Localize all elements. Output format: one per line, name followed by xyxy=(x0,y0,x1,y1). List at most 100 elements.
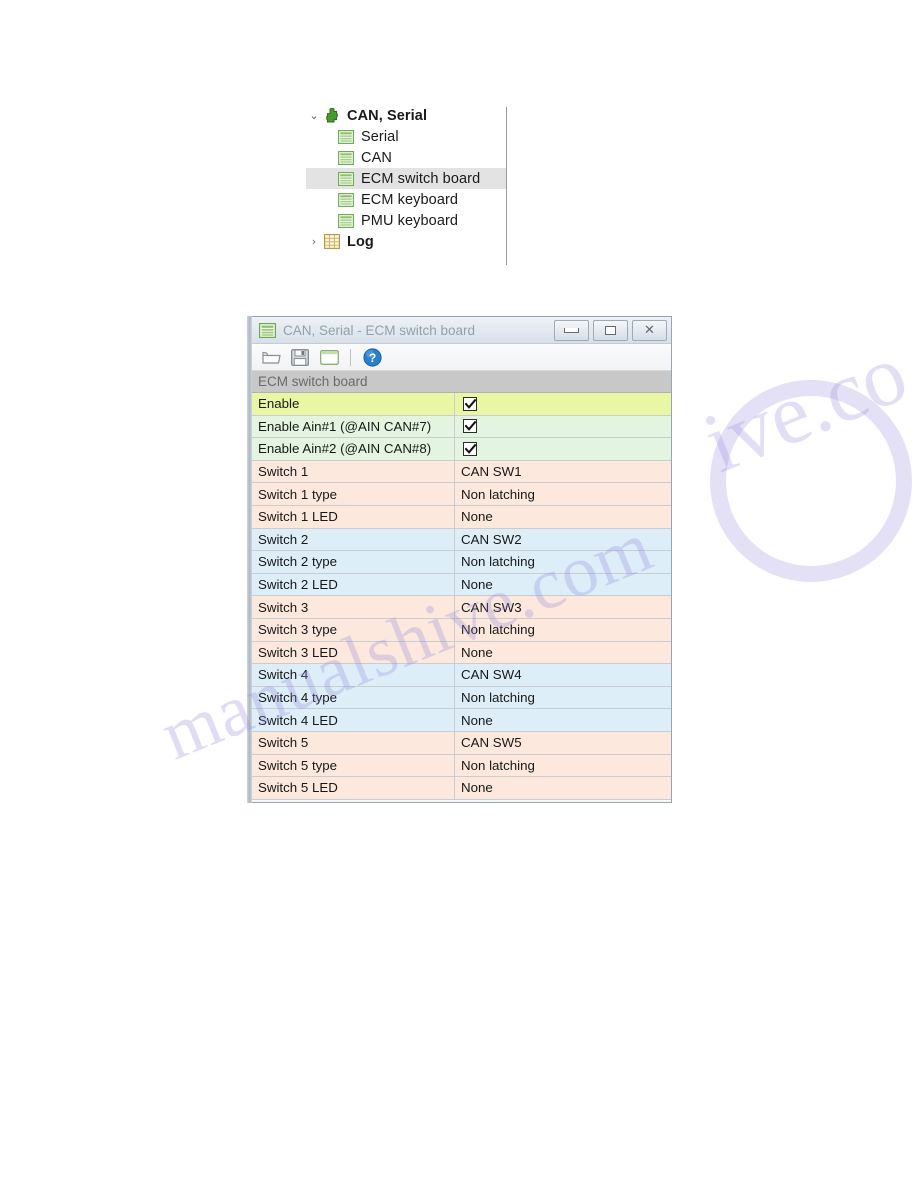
grid-cell-name: Switch 2 type xyxy=(252,551,455,573)
grid-row[interactable]: Switch 5 type Non latching xyxy=(252,754,671,778)
restore-icon xyxy=(605,325,616,335)
tree-item-can-serial[interactable]: ⌄ CAN, Serial xyxy=(306,105,511,126)
tree-item-label: Serial xyxy=(361,128,399,145)
grid-cell-value[interactable] xyxy=(455,416,671,438)
grid-cell-value[interactable]: Non latching xyxy=(455,483,671,505)
grid-cell-value[interactable]: Non latching xyxy=(455,619,671,641)
svg-text:?: ? xyxy=(368,351,375,365)
grid-cell-name: Switch 1 LED xyxy=(252,505,455,528)
grid-cell-value[interactable]: None xyxy=(455,642,671,664)
grid-cell-value[interactable]: None xyxy=(455,777,671,799)
grid-section-title: ECM switch board xyxy=(258,374,368,389)
tree-item-label: CAN xyxy=(361,149,392,166)
grid-list-icon xyxy=(336,213,356,229)
grid-cell-value[interactable] xyxy=(455,438,671,460)
minimize-icon xyxy=(564,327,579,333)
minimize-button[interactable] xyxy=(554,319,589,341)
close-icon: ✕ xyxy=(644,322,655,338)
checkbox-checked[interactable] xyxy=(463,419,477,434)
grid-row[interactable]: Switch 2 type Non latching xyxy=(252,551,671,574)
chevron-down-icon[interactable]: ⌄ xyxy=(306,110,322,121)
grid-cell-value[interactable]: CAN SW1 xyxy=(455,461,671,483)
tree-panel-divider xyxy=(506,107,507,265)
grid-cell-name: Switch 1 xyxy=(252,460,455,483)
grid-cell-value[interactable]: Non latching xyxy=(455,551,671,573)
grid-cell-name: Switch 4 xyxy=(252,664,455,686)
grid-cell-value[interactable]: CAN SW5 xyxy=(455,732,671,754)
grid-cell-value[interactable]: None xyxy=(455,574,671,596)
grid-row[interactable]: Switch 4 type Non latching xyxy=(252,686,671,710)
tree-item-ecm-switch-board[interactable]: ECM switch board xyxy=(306,168,511,189)
grid-list-icon xyxy=(336,129,356,145)
grid-cell-name: Switch 1 type xyxy=(252,483,455,505)
grid-list-icon xyxy=(259,322,277,338)
window-panel-icon[interactable] xyxy=(318,347,340,367)
tree-item-label: CAN, Serial xyxy=(347,107,428,124)
grid-row[interactable]: Switch 5 CAN SW5 xyxy=(252,731,671,755)
watermark-ring xyxy=(710,380,912,582)
tree-item-serial[interactable]: Serial xyxy=(306,126,511,147)
checkbox-checked[interactable] xyxy=(463,441,477,456)
project-tree[interactable]: ⌄ CAN, Serial Serial CAN ECM switch board ECM… xyxy=(306,105,511,270)
grid-row[interactable]: Switch 1 type Non latching xyxy=(252,483,671,506)
grid-cell-value[interactable] xyxy=(455,393,671,415)
grid-cell-name: Enable Ain#1 (@AIN CAN#7) xyxy=(252,415,455,438)
grid-row[interactable]: Switch 3 type Non latching xyxy=(252,618,671,642)
grid-section-header: ECM switch board xyxy=(252,371,671,393)
tree-item-can[interactable]: CAN xyxy=(306,147,511,168)
grid-cell-value[interactable]: CAN SW3 xyxy=(455,596,671,618)
chevron-right-icon[interactable]: › xyxy=(306,236,322,247)
checkbox-checked[interactable] xyxy=(463,396,477,411)
grid-row[interactable]: Enable xyxy=(252,393,671,416)
grid-cell-value[interactable]: Non latching xyxy=(455,687,671,709)
tree-item-ecm-keyboard[interactable]: ECM keyboard xyxy=(306,189,511,210)
grid-row[interactable]: Switch 4 CAN SW4 xyxy=(252,664,671,687)
maximize-button[interactable] xyxy=(593,319,628,341)
grid-list-icon xyxy=(336,150,356,166)
window-titlebar[interactable]: CAN, Serial - ECM switch board ✕ xyxy=(252,317,671,344)
grid-cell-name: Switch 2 LED xyxy=(252,573,455,596)
settings-grid[interactable]: ECM switch board Enable Enable Ain#1 (@AI… xyxy=(252,371,671,800)
tree-item-label: PMU keyboard xyxy=(361,212,459,229)
grid-row[interactable]: Switch 5 LED None xyxy=(252,777,671,800)
help-icon[interactable]: ? xyxy=(361,347,383,367)
grid-cell-name: Switch 5 type xyxy=(252,754,455,777)
tree-item-pmu-keyboard[interactable]: PMU keyboard xyxy=(306,210,511,231)
save-disk-icon[interactable] xyxy=(289,347,311,367)
grid-cell-value[interactable]: CAN SW2 xyxy=(455,529,671,551)
grid-cell-value[interactable]: None xyxy=(455,506,671,528)
grid-list-icon xyxy=(336,171,356,187)
grid-cell-name: Switch 3 xyxy=(252,596,455,618)
tree-item-label: ECM switch board xyxy=(361,170,481,187)
grid-cell-name: Switch 5 xyxy=(252,731,455,754)
grid-list-icon xyxy=(336,192,356,208)
grid-row[interactable]: Switch 2 LED None xyxy=(252,573,671,597)
toolbar-separator xyxy=(350,348,351,366)
tree-item-log[interactable]: › Log xyxy=(306,231,511,252)
grid-row[interactable]: Enable Ain#2 (@AIN CAN#8) xyxy=(252,438,671,461)
open-folder-icon[interactable] xyxy=(260,347,282,367)
grid-row[interactable]: Switch 1 CAN SW1 xyxy=(252,460,671,484)
tree-item-label: Log xyxy=(347,233,374,250)
grid-row[interactable]: Enable Ain#1 (@AIN CAN#7) xyxy=(252,415,671,439)
grid-row[interactable]: Switch 1 LED None xyxy=(252,505,671,529)
log-table-icon xyxy=(322,234,342,250)
window-title: CAN, Serial - ECM switch board xyxy=(283,322,476,338)
grid-cell-value[interactable]: CAN SW4 xyxy=(455,664,671,686)
grid-cell-name: Switch 3 type xyxy=(252,618,455,641)
grid-row[interactable]: Switch 4 LED None xyxy=(252,709,671,732)
close-button[interactable]: ✕ xyxy=(632,319,667,341)
ecm-switch-board-window: CAN, Serial - ECM switch board ✕ ? ECM s… xyxy=(247,316,672,803)
grid-cell-value[interactable]: None xyxy=(455,709,671,731)
grid-row[interactable]: Switch 3 CAN SW3 xyxy=(252,596,671,619)
grid-cell-name: Switch 5 LED xyxy=(252,777,455,799)
window-toolbar[interactable]: ? xyxy=(252,344,671,371)
window-body: CAN, Serial - ECM switch board ✕ ? ECM s… xyxy=(252,316,672,803)
grid-cell-value[interactable]: Non latching xyxy=(455,755,671,777)
grid-row-container: Enable Enable Ain#1 (@AIN CAN#7) Enable Ai… xyxy=(252,393,671,800)
grid-cell-name: Switch 4 type xyxy=(252,686,455,709)
window-controls[interactable]: ✕ xyxy=(554,319,667,341)
grid-row[interactable]: Switch 3 LED None xyxy=(252,641,671,665)
grid-row[interactable]: Switch 2 CAN SW2 xyxy=(252,528,671,552)
puzzle-piece-icon xyxy=(322,107,342,124)
